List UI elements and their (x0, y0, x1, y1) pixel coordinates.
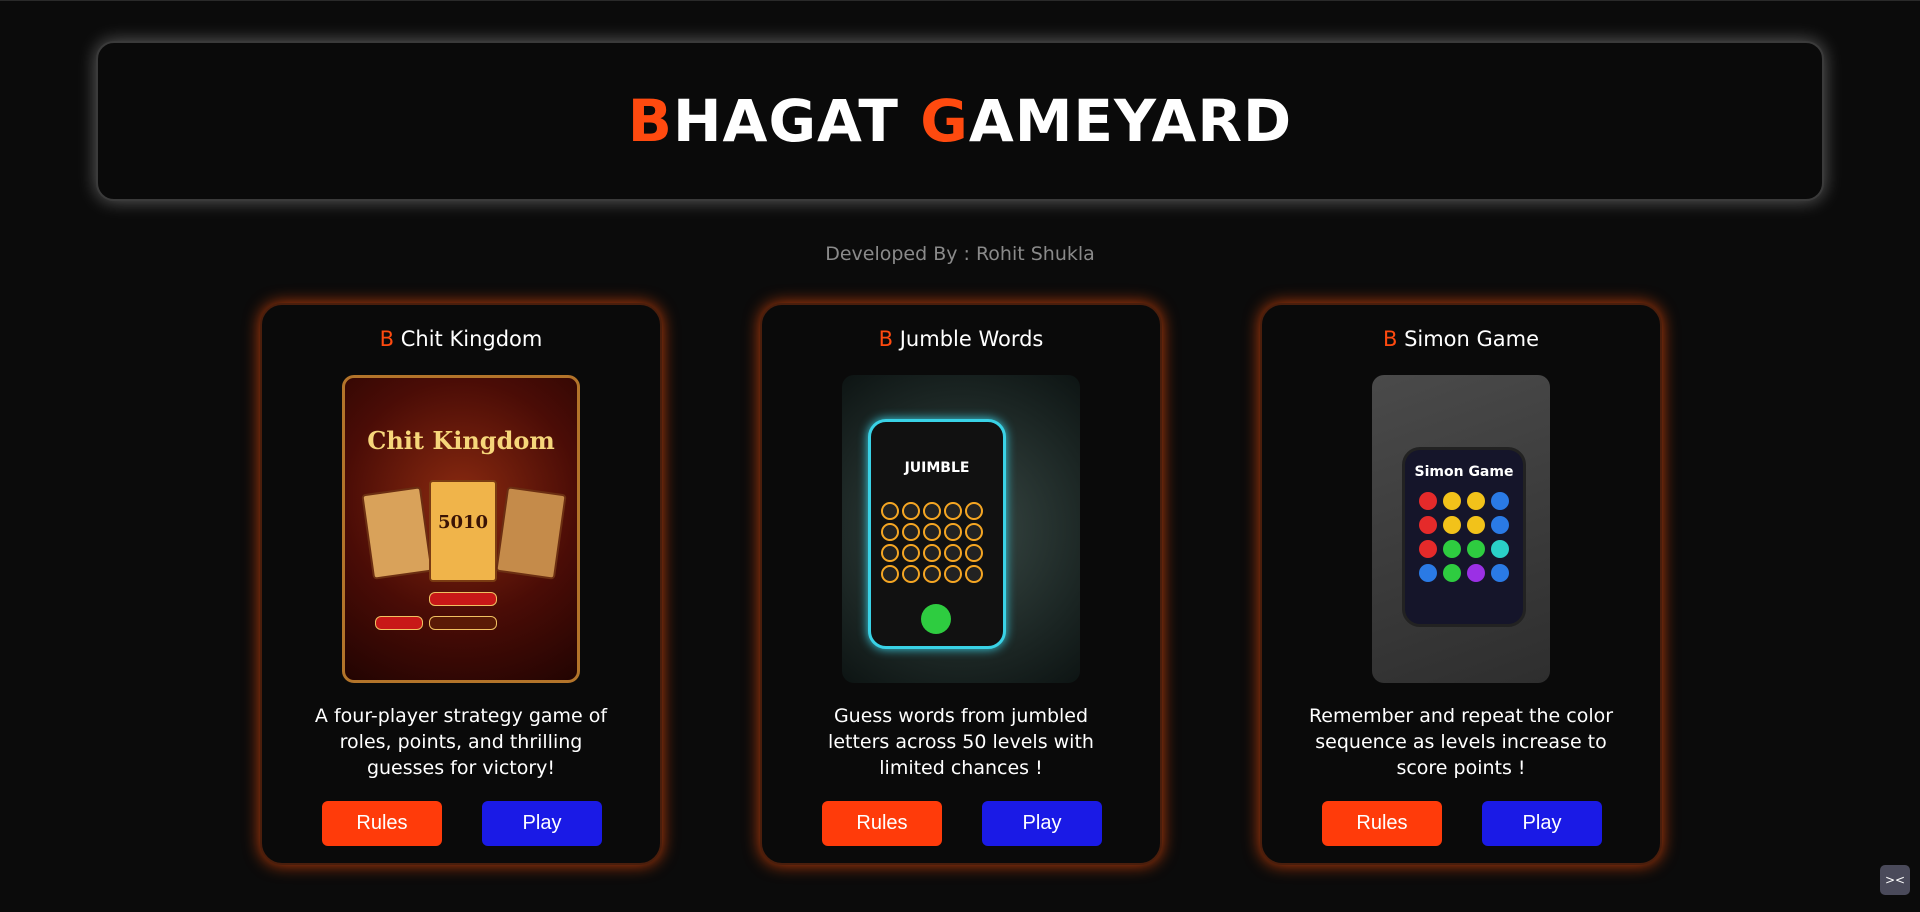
card-title: B Chit Kingdom (262, 327, 660, 351)
card-title-text: Chit Kingdom (400, 327, 543, 351)
card-title: B Simon Game (1262, 327, 1660, 351)
phone-mockup: JUIMBLE (868, 419, 1006, 649)
card-title-prefix: B (1382, 327, 1398, 351)
card-title-prefix: B (878, 327, 894, 351)
card-title-text: Simon Game (1404, 327, 1540, 351)
card-title-text: Jumble Words (899, 327, 1044, 351)
decor-pill (429, 616, 497, 630)
thumbnail-title: JUIMBLE (904, 460, 970, 476)
simon-game-thumbnail: Simon Game (1372, 375, 1550, 683)
points-card-image: 5010 (429, 480, 497, 582)
card-title-prefix: B (379, 327, 395, 351)
points-value: 5010 (437, 512, 489, 533)
decor-pill (375, 616, 423, 630)
play-button[interactable]: Play (982, 801, 1102, 846)
title-initial-b: B (627, 87, 674, 155)
phone-mockup: Simon Game (1402, 447, 1526, 627)
king-card-image (361, 486, 433, 580)
title-initial-g: G (920, 87, 969, 155)
terminal-face-icon[interactable]: >< (1880, 865, 1910, 895)
card-description: Remember and repeat the color sequence a… (1308, 705, 1614, 779)
site-title: BHAGAT GAMEYARD (628, 87, 1292, 155)
rules-button[interactable]: Rules (822, 801, 942, 846)
card-description: A four-player strategy game of roles, po… (314, 705, 608, 779)
letter-grid (881, 502, 983, 583)
color-grid (1419, 492, 1509, 582)
play-button[interactable]: Play (482, 801, 602, 846)
decor-pill (429, 592, 497, 606)
game-card-jumble-words: B Jumble Words JUIMBLE Guess words from … (760, 303, 1162, 865)
rules-button[interactable]: Rules (322, 801, 442, 846)
thumbnail-title: Chit Kingdom (367, 426, 555, 455)
rules-button[interactable]: Rules (1322, 801, 1442, 846)
title-word-hagat: HAGAT (673, 87, 921, 155)
card-description: Guess words from jumbled letters across … (828, 705, 1094, 779)
developer-credit: Developed By : Rohit Shukla (825, 243, 1095, 265)
prince-card-image (495, 486, 567, 580)
easy-button-image (921, 604, 951, 634)
chit-kingdom-thumbnail: Chit Kingdom 5010 (342, 375, 580, 683)
title-word-ameyard: AMEYARD (968, 87, 1293, 155)
thumbnail-title: Simon Game (1414, 464, 1514, 480)
jumble-words-thumbnail: JUIMBLE (842, 375, 1080, 683)
game-card-chit-kingdom: B Chit Kingdom Chit Kingdom 5010 A four-… (260, 303, 662, 865)
site-header: BHAGAT GAMEYARD (96, 41, 1824, 201)
card-title: B Jumble Words (762, 327, 1160, 351)
play-button[interactable]: Play (1482, 801, 1602, 846)
game-card-simon-game: B Simon Game Simon Game Remember and rep… (1260, 303, 1662, 865)
